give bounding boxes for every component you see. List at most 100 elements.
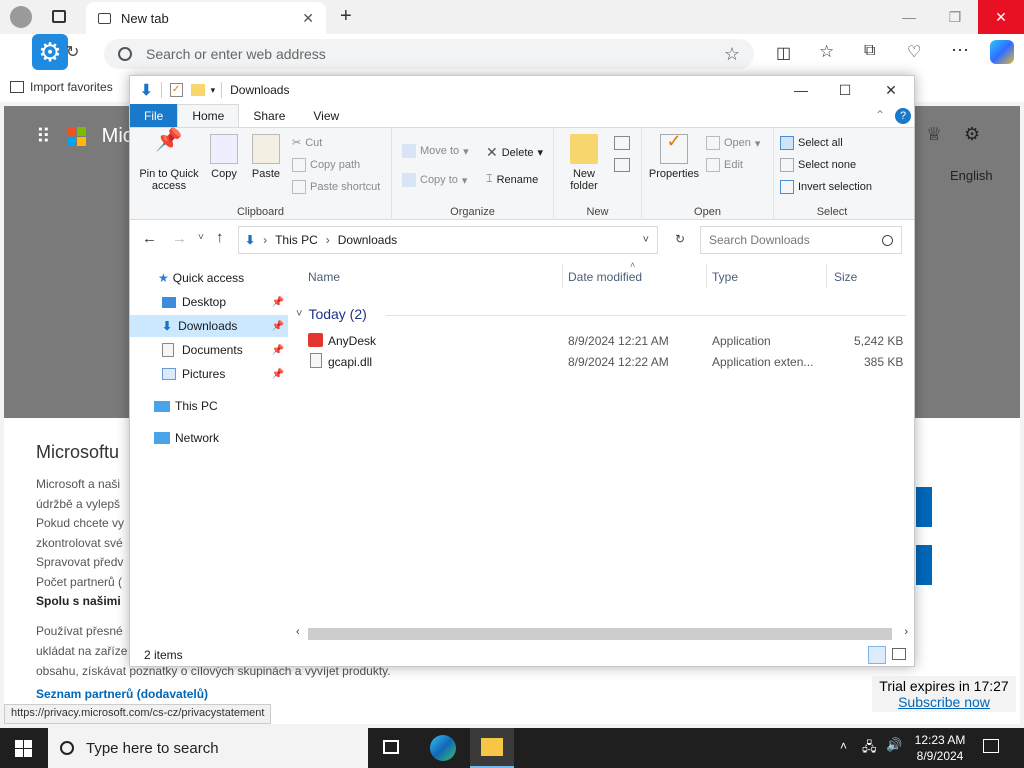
move-to-button[interactable]: Move to ▾	[402, 144, 469, 158]
subscribe-link[interactable]: Subscribe now	[872, 694, 1016, 710]
nav-pictures[interactable]: Pictures 📌	[130, 363, 288, 385]
easy-access-icon[interactable]	[614, 158, 630, 172]
horizontal-scrollbar[interactable]: ‹ ›	[296, 626, 908, 643]
restore-button[interactable]: ❐	[932, 0, 978, 34]
show-hidden-icons[interactable]: ˄	[840, 739, 847, 753]
tab-actions-icon[interactable]	[52, 10, 66, 23]
up-arrow-icon[interactable]: ↑	[216, 229, 224, 246]
tab-home[interactable]: Home	[177, 104, 240, 127]
large-icons-view-icon[interactable]	[892, 648, 906, 660]
copy-to-button[interactable]: Copy to ▾	[402, 173, 467, 187]
new-item-icon[interactable]	[614, 136, 630, 150]
clock[interactable]: 12:23 AM 8/9/2024	[912, 732, 968, 764]
paste-shortcut-button[interactable]: Paste shortcut	[292, 180, 380, 194]
scroll-right-icon[interactable]: ›	[904, 626, 908, 638]
notifications-icon[interactable]	[983, 739, 999, 753]
column-size[interactable]: Size	[834, 270, 857, 284]
breadcrumb-downloads[interactable]: Downloads	[338, 233, 397, 247]
profile-icon[interactable]	[10, 6, 32, 28]
refresh-folder-icon[interactable]: ↻	[666, 232, 694, 246]
tab-new-tab[interactable]: New tab ✕	[86, 2, 326, 34]
new-tab-button[interactable]: +	[340, 5, 352, 28]
nav-downloads[interactable]: ⬇ Downloads 📌	[130, 315, 288, 337]
back-arrow-icon[interactable]: ←	[142, 230, 157, 247]
accept-button[interactable]	[916, 487, 932, 527]
windows-start-icon[interactable]	[15, 740, 32, 757]
details-view-icon[interactable]	[868, 646, 886, 664]
forward-arrow-icon[interactable]: →	[172, 230, 187, 247]
nav-documents[interactable]: Documents 📌	[130, 339, 288, 361]
anydesk-icon	[308, 333, 323, 347]
favorites-icon[interactable]: ☆	[819, 42, 834, 62]
minimize-button[interactable]: —	[886, 0, 932, 34]
group-header-today[interactable]: ˅ Today (2)	[296, 306, 367, 322]
edit-button[interactable]: Edit	[706, 158, 743, 172]
reject-button[interactable]	[916, 545, 932, 585]
refresh-icon[interactable]: ↻	[66, 42, 79, 62]
file-explorer-taskbar-icon[interactable]	[470, 728, 514, 768]
app-launcher-icon[interactable]: ⠿	[36, 124, 51, 149]
properties-check-icon[interactable]: ✓	[169, 83, 183, 97]
select-all-button[interactable]: Select all	[780, 136, 843, 150]
scroll-left-icon[interactable]: ‹	[296, 626, 300, 638]
taskbar-search[interactable]: Type here to search	[48, 728, 368, 768]
ribbon-collapse-icon[interactable]: ⌃	[875, 108, 885, 122]
column-type[interactable]: Type	[712, 270, 738, 284]
copy-path-button[interactable]: Copy path	[292, 158, 360, 172]
tab-view[interactable]: View	[299, 104, 353, 127]
cut-button[interactable]: ✂ Cut	[292, 136, 322, 150]
close-tab-icon[interactable]: ✕	[302, 10, 314, 27]
settings-gear-icon[interactable]: ⚙	[32, 34, 68, 70]
rewards-icon[interactable]: ♕	[926, 124, 942, 145]
new-folder-qat-icon[interactable]	[190, 84, 205, 96]
breadcrumb-this-pc[interactable]: This PC	[275, 233, 318, 247]
copy-button[interactable]: Copy	[204, 134, 244, 180]
tab-share[interactable]: Share	[239, 104, 299, 127]
address-bar[interactable]: Search or enter web address ☆	[104, 39, 754, 69]
delete-button[interactable]: ✕ Delete ▾	[486, 144, 543, 161]
explorer-maximize-button[interactable]: ☐	[822, 76, 868, 104]
copilot-icon[interactable]	[990, 40, 1014, 64]
favorite-star-icon[interactable]: ☆	[724, 44, 740, 65]
nav-network[interactable]: Network	[130, 427, 288, 449]
close-button[interactable]: ✕	[978, 0, 1024, 34]
recent-dropdown-icon[interactable]: ˅	[198, 232, 204, 243]
file-row-gcapi[interactable]: gcapi.dll 8/9/2024 12:22 AM Application …	[306, 352, 906, 372]
explorer-close-button[interactable]: ✕	[868, 76, 914, 104]
breadcrumb[interactable]: ⬇ › This PC › Downloads ˅	[238, 226, 658, 254]
nav-quick-access[interactable]: ★ Quick access	[130, 267, 288, 289]
task-view-icon[interactable]	[383, 740, 399, 754]
rename-button[interactable]: ⌶ Rename	[486, 173, 538, 186]
explorer-minimize-button[interactable]: —	[778, 76, 824, 104]
page-settings-icon[interactable]: ⚙	[964, 124, 980, 145]
column-name[interactable]: Name	[308, 270, 340, 284]
paste-button[interactable]: Paste	[246, 134, 286, 180]
tab-file[interactable]: File	[130, 104, 178, 127]
properties-button[interactable]: ✓ Properties	[646, 132, 702, 180]
select-none-button[interactable]: Select none	[780, 158, 856, 172]
search-downloads-input[interactable]: Search Downloads	[700, 226, 902, 254]
qat-dropdown-icon[interactable]: ▾	[211, 85, 216, 96]
file-row-anydesk[interactable]: AnyDesk 8/9/2024 12:21 AM Application 5,…	[306, 331, 906, 351]
edge-taskbar-icon[interactable]	[430, 735, 456, 761]
split-screen-icon[interactable]: ◫	[776, 43, 791, 63]
import-favorites[interactable]: Import favorites	[30, 80, 113, 94]
nav-desktop[interactable]: Desktop 📌	[130, 291, 288, 313]
browser-essentials-icon[interactable]: ♡	[907, 42, 921, 62]
open-button[interactable]: Open ▾	[706, 136, 760, 150]
nav-this-pc[interactable]: This PC	[130, 395, 288, 417]
collections-icon[interactable]: ⧉	[864, 42, 875, 60]
download-arrow-icon[interactable]: ⬇	[140, 81, 153, 99]
help-icon[interactable]: ?	[895, 108, 911, 124]
scroll-thumb[interactable]	[308, 628, 892, 640]
address-dropdown-icon[interactable]: ˅	[643, 234, 649, 246]
invert-selection-button[interactable]: Invert selection	[780, 180, 872, 194]
column-date-modified[interactable]: Date modified	[568, 270, 642, 284]
pin-quick-access-button[interactable]: 📌 Pin to Quick access	[136, 129, 202, 193]
new-folder-button[interactable]: New folder	[560, 134, 608, 192]
network-tray-icon[interactable]: 🖧	[862, 738, 877, 760]
more-menu-icon[interactable]: ⋯	[951, 40, 969, 61]
volume-icon[interactable]: 🔊	[886, 737, 902, 753]
partners-link[interactable]: Seznam partnerů (dodavatelů)	[36, 687, 208, 701]
language-label[interactable]: English	[950, 168, 993, 183]
